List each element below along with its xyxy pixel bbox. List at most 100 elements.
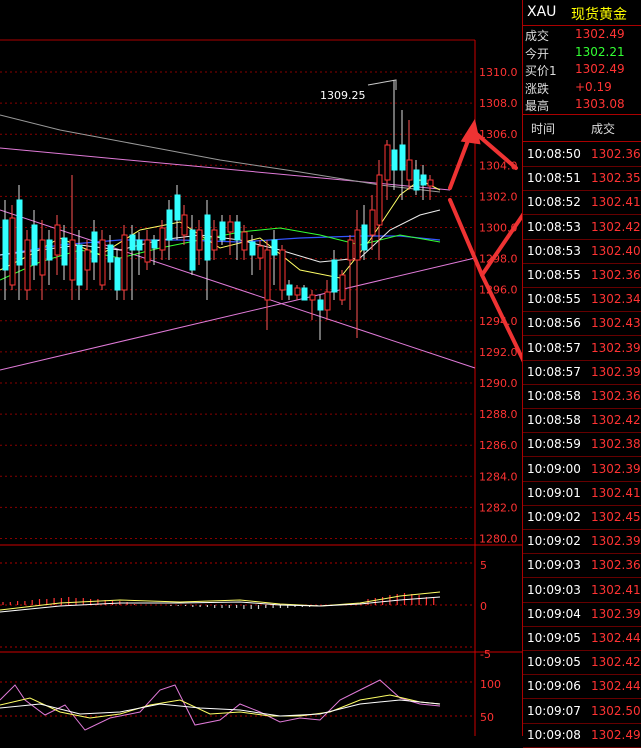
symbol-code: XAU (527, 4, 557, 20)
trade-price: 1302.44 (591, 631, 641, 645)
trade-price: 1302.36 (591, 147, 641, 161)
trade-row[interactable]: 10:08:57 1302.39 (523, 337, 641, 361)
trade-time: 10:09:04 (527, 606, 581, 621)
trade-time: 10:08:51 (527, 171, 581, 186)
trade-price: 1302.39 (591, 340, 641, 355)
candle-body (324, 291, 331, 311)
trade-row[interactable]: 10:09:02 1302.39 (523, 530, 641, 555)
candle-body (279, 249, 286, 291)
candle-body (99, 239, 106, 286)
candle-body (317, 299, 324, 311)
candle-body (76, 244, 83, 286)
trade-price: 1302.41 (591, 195, 641, 210)
trade-price: 1302.43 (591, 316, 641, 331)
trade-price: 1302.40 (591, 243, 641, 258)
price-tick-label: 1292.0 (479, 346, 518, 359)
trade-row[interactable]: 10:08:55 1302.36 (523, 264, 641, 288)
trade-row[interactable]: 10:08:58 1302.36 (523, 385, 641, 409)
candle-body (61, 237, 68, 266)
quote-row: 成交 1302.49 (523, 26, 641, 44)
trade-row[interactable]: 10:08:55 1302.34 (523, 288, 641, 313)
trade-row[interactable]: 10:09:00 1302.39 (523, 458, 641, 482)
trade-time: 10:08:50 (527, 147, 581, 161)
candle-body (294, 287, 301, 296)
quote-value: 1302.49 (575, 62, 625, 76)
trade-row[interactable]: 10:08:53 1302.40 (523, 240, 641, 264)
quote-row: 涨跌 +0.19 (523, 79, 641, 97)
annotation-arrow-down (448, 198, 484, 277)
trade-time: 10:09:00 (527, 461, 581, 476)
candle-body (107, 244, 114, 263)
price-tick-label: 1286.0 (479, 439, 518, 452)
candle-body (136, 239, 143, 251)
candle-body (24, 239, 31, 291)
chart-canvas[interactable]: 1310.01308.01306.01304.01302.01300.01298… (0, 0, 522, 736)
trade-row[interactable]: 10:09:03 1302.41 (523, 579, 641, 603)
trade-row[interactable]: 10:09:04 1302.39 (523, 603, 641, 627)
trade-price: 1302.39 (591, 534, 641, 549)
trade-row[interactable]: 10:08:51 1302.35 (523, 167, 641, 192)
trade-row[interactable]: 10:09:02 1302.45 (523, 506, 641, 530)
candle-body (391, 149, 398, 171)
trade-row[interactable]: 10:09:05 1302.44 (523, 627, 641, 651)
candle-body (249, 241, 256, 256)
trade-time: 10:08:58 (527, 389, 581, 403)
candle-body (46, 239, 53, 261)
price-tick-label: 1310.0 (479, 66, 518, 79)
candle-body (286, 284, 293, 296)
price-tick-label: 1280.0 (479, 533, 518, 546)
candle-body (376, 174, 383, 226)
trade-time: 10:09:07 (527, 703, 581, 718)
trade-row[interactable]: 10:08:52 1302.41 (523, 191, 641, 216)
candle-body (331, 259, 338, 293)
trade-price: 1302.38 (591, 437, 641, 452)
quote-panel: XAU 现货黄金 成交 1302.49 今开 1302.21 买价1 1302.49 涨跌 +… (522, 0, 641, 748)
trades-header-time: 时间 (531, 122, 556, 136)
candle-body (347, 239, 354, 261)
trade-row[interactable]: 10:08:59 1302.38 (523, 433, 641, 458)
trade-time: 10:08:59 (527, 437, 581, 452)
quote-label: 今开 (525, 46, 550, 61)
price-tick-label: 1294.0 (479, 315, 518, 328)
trade-row[interactable]: 10:08:56 1302.43 (523, 312, 641, 337)
price-tick-label: 1290.0 (479, 377, 518, 390)
candle-body (427, 179, 434, 187)
quote-value: 1302.49 (575, 27, 625, 41)
candle-body (384, 144, 391, 181)
candle-body (189, 229, 196, 271)
quote-label: 最高 (525, 99, 550, 113)
trade-price: 1302.41 (591, 582, 641, 597)
candle-body (219, 221, 226, 241)
trade-row[interactable]: 10:08:53 1302.42 (523, 216, 641, 240)
trade-row[interactable]: 10:09:05 1302.42 (523, 651, 641, 676)
trade-time: 10:08:57 (527, 364, 581, 379)
candle-body (361, 224, 368, 251)
trade-time: 10:08:57 (527, 340, 581, 355)
trade-price: 1302.42 (591, 219, 641, 234)
trade-time: 10:09:02 (527, 534, 581, 549)
trade-time: 10:09:05 (527, 655, 581, 670)
trade-row[interactable]: 10:09:06 1302.44 (523, 675, 641, 700)
candle-body (227, 221, 234, 233)
trade-row[interactable]: 10:09:01 1302.41 (523, 482, 641, 506)
candle-body (257, 245, 264, 259)
price-tick-label: 1284.0 (479, 470, 518, 483)
trade-price: 1302.39 (591, 364, 641, 379)
candle-body (234, 221, 241, 241)
candle-body (31, 224, 38, 266)
trade-row[interactable]: 10:08:50 1302.36 (523, 143, 641, 167)
trade-price: 1302.36 (591, 558, 641, 573)
candle-body (354, 229, 361, 261)
quote-value: 1303.08 (575, 97, 625, 111)
trade-time: 10:08:53 (527, 243, 581, 258)
trade-row[interactable]: 10:09:07 1302.50 (523, 700, 641, 724)
trade-row[interactable]: 10:08:57 1302.39 (523, 361, 641, 385)
trade-time: 10:08:55 (527, 268, 581, 282)
trade-row[interactable]: 10:08:58 1302.42 (523, 409, 641, 434)
candle-body (264, 249, 271, 301)
candle-body (339, 274, 346, 301)
candle-body (16, 199, 23, 266)
candle-body (271, 239, 278, 256)
trade-row[interactable]: 10:09:03 1302.36 (523, 554, 641, 579)
price-tick-label: 1282.0 (479, 501, 518, 514)
